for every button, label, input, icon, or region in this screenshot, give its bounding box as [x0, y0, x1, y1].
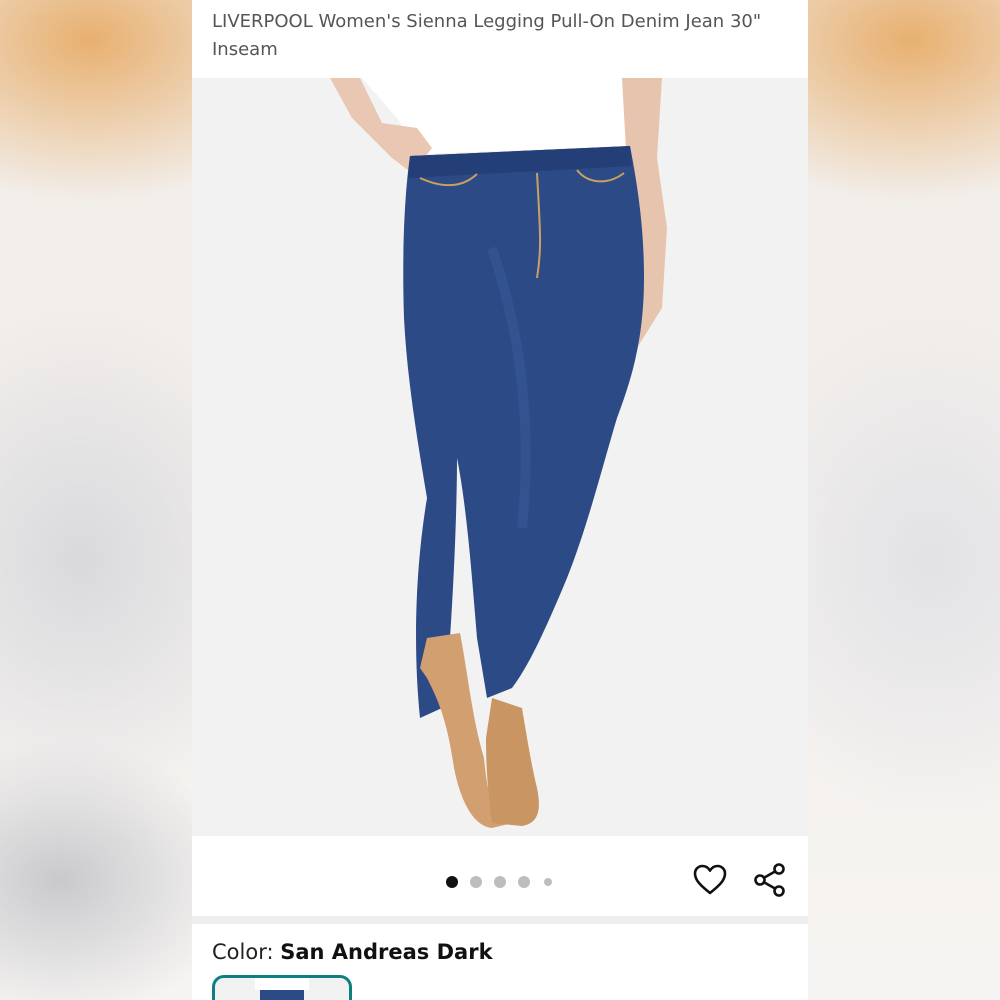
heart-outline-icon	[693, 864, 727, 895]
section-divider	[192, 916, 808, 924]
jeans-photo	[330, 78, 667, 828]
carousel-dot-2[interactable]	[470, 876, 482, 888]
color-selector-label: Color: San Andreas Dark	[212, 940, 493, 964]
swatch-thumbnail	[255, 978, 309, 1000]
color-swatch-selected[interactable]	[212, 975, 352, 1000]
carousel-dots	[446, 875, 564, 889]
carousel-dot-1[interactable]	[446, 876, 458, 888]
carousel-dot-4[interactable]	[518, 876, 530, 888]
product-page: LIVERPOOL Women's Sienna Legging Pull-On…	[192, 0, 808, 1000]
favorite-button[interactable]	[692, 862, 728, 898]
carousel-dot-5[interactable]	[544, 878, 552, 886]
share-button[interactable]	[752, 862, 788, 898]
carousel-dot-3[interactable]	[494, 876, 506, 888]
product-title: LIVERPOOL Women's Sienna Legging Pull-On…	[212, 11, 762, 60]
title-bar: LIVERPOOL Women's Sienna Legging Pull-On…	[192, 0, 808, 78]
product-image[interactable]	[192, 78, 808, 836]
controls-bar	[192, 836, 808, 916]
right-shoe	[486, 698, 539, 826]
share-icon	[754, 863, 785, 897]
color-value: San Andreas Dark	[280, 940, 493, 964]
color-label: Color:	[212, 940, 274, 964]
